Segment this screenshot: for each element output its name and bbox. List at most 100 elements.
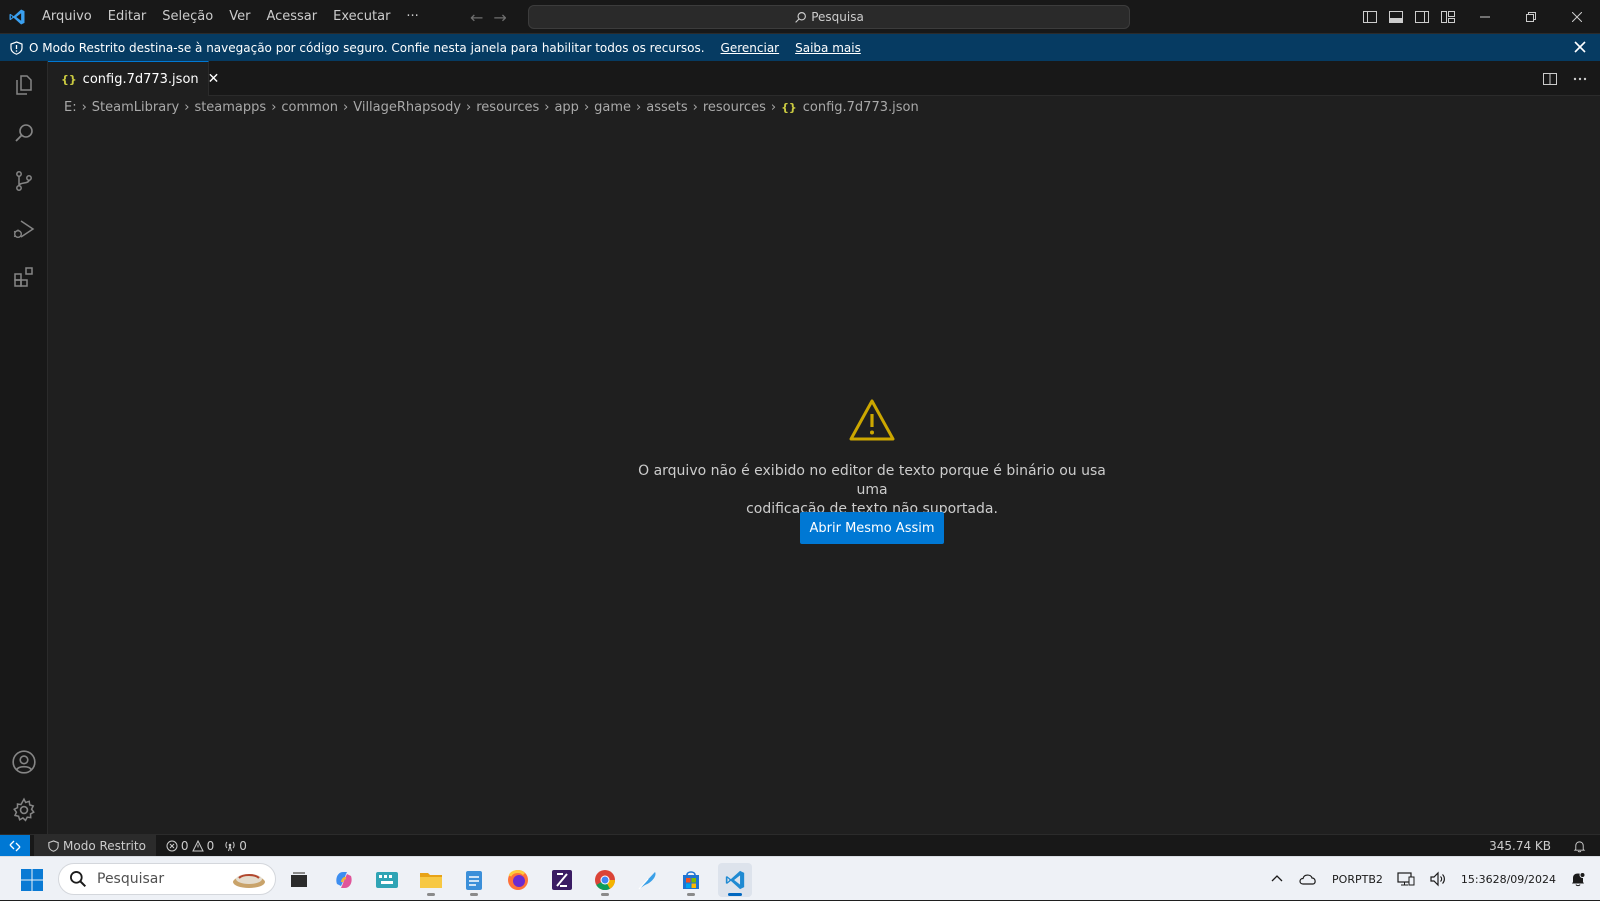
json-file-icon: {}: [61, 72, 77, 86]
menu-executar[interactable]: Executar: [325, 0, 398, 34]
split-editor-icon[interactable]: [1542, 71, 1558, 87]
onedrive-cloud-icon[interactable]: [1298, 872, 1318, 886]
chevron-up-icon[interactable]: [1270, 872, 1284, 886]
menu-arquivo[interactable]: Arquivo: [34, 0, 100, 34]
menu-ver[interactable]: Ver: [221, 0, 258, 34]
toggle-panel-icon[interactable]: [1388, 9, 1404, 25]
nav-arrows: ← →: [470, 0, 507, 34]
accounts-icon[interactable]: [0, 738, 48, 786]
manage-gear-icon[interactable]: [0, 786, 48, 834]
notification-bell-icon[interactable]: [1570, 871, 1586, 887]
bell-icon[interactable]: [1573, 840, 1586, 853]
firefox-icon[interactable]: [501, 863, 535, 897]
tab-config-json[interactable]: {} config.7d773.json ✕: [48, 61, 219, 96]
breadcrumb-item[interactable]: app: [554, 100, 578, 115]
restricted-mode-label: Modo Restrito: [63, 838, 146, 853]
taskbar-search-placeholder: Pesquisar: [97, 871, 165, 887]
vscode-taskbar-icon[interactable]: [718, 863, 752, 897]
breadcrumb-item[interactable]: game: [594, 100, 631, 115]
toggle-secondary-sidebar-icon[interactable]: [1414, 9, 1430, 25]
breadcrumb-file[interactable]: config.7d773.json: [803, 100, 919, 115]
chevron-right-icon: ›: [184, 99, 190, 115]
shield-icon: [48, 839, 59, 852]
running-indicator: [427, 893, 435, 896]
search-icon: [795, 11, 807, 23]
keyboard-app-icon[interactable]: [370, 863, 404, 897]
more-actions-icon[interactable]: [1572, 71, 1588, 87]
message-line-1: O arquivo não é exibido no editor de tex…: [638, 463, 1106, 498]
menu-bar: Arquivo Editar Seleção Ver Acessar Execu…: [34, 0, 427, 34]
breadcrumb-item[interactable]: assets: [646, 100, 687, 115]
search-sidebar-icon[interactable]: [0, 109, 48, 157]
close-banner-icon[interactable]: [1572, 39, 1588, 58]
clock-date: 28/09/2024: [1492, 872, 1556, 886]
warning-small-icon: [191, 839, 204, 851]
chevron-right-icon: ›: [81, 99, 87, 115]
menu-more[interactable]: ···: [398, 0, 426, 34]
notepad-icon[interactable]: [457, 863, 491, 897]
search-highlight-image: [233, 874, 265, 888]
network-icon[interactable]: [1397, 871, 1415, 887]
restricted-mode-status[interactable]: Modo Restrito: [34, 834, 156, 857]
breadcrumb-item[interactable]: SteamLibrary: [92, 100, 179, 115]
breadcrumb-item[interactable]: E:: [64, 100, 77, 115]
windows-start-icon[interactable]: [20, 868, 44, 892]
source-control-icon[interactable]: [0, 157, 48, 205]
breadcrumb-item[interactable]: resources: [476, 100, 539, 115]
problems-status[interactable]: 0 0: [166, 839, 214, 853]
input-language[interactable]: POR PTB2: [1332, 872, 1383, 887]
learn-more-link[interactable]: Saiba mais: [795, 41, 861, 55]
error-icon: [166, 840, 178, 851]
file-explorer-icon[interactable]: [414, 863, 448, 897]
open-anyway-button[interactable]: Abrir Mesmo Assim: [800, 512, 944, 544]
menu-editar[interactable]: Editar: [100, 0, 155, 34]
minimize-button[interactable]: [1462, 0, 1508, 34]
activity-bar: [0, 61, 48, 834]
breadcrumb-item[interactable]: common: [281, 100, 338, 115]
menu-selecao[interactable]: Seleção: [154, 0, 221, 34]
warnings-count: 0: [206, 838, 215, 853]
chevron-right-icon: ›: [770, 99, 777, 115]
chevron-right-icon: ›: [544, 99, 550, 115]
close-tab-icon[interactable]: ✕: [208, 71, 220, 87]
ports-status[interactable]: 0: [224, 839, 247, 853]
chevron-right-icon: ›: [692, 99, 698, 115]
taskbar-search[interactable]: Pesquisar: [58, 863, 276, 895]
close-window-button[interactable]: [1554, 0, 1600, 34]
restore-button[interactable]: [1508, 0, 1554, 34]
vscode-logo-icon: [0, 0, 34, 34]
forward-arrow-icon[interactable]: →: [493, 8, 506, 27]
command-center-search[interactable]: Pesquisa: [528, 5, 1130, 29]
breadcrumb-item[interactable]: resources: [703, 100, 766, 115]
feather-app-icon[interactable]: [631, 863, 665, 897]
clock[interactable]: 15:36 28/09/2024: [1461, 872, 1556, 887]
title-bar: Arquivo Editar Seleção Ver Acessar Execu…: [0, 0, 1600, 34]
run-debug-icon[interactable]: [0, 205, 48, 253]
back-arrow-icon[interactable]: ←: [470, 8, 483, 27]
status-bar: Modo Restrito 0 0 0 345.74 KB: [0, 834, 1600, 857]
toggle-primary-sidebar-icon[interactable]: [1362, 9, 1378, 25]
store-icon[interactable]: [674, 863, 708, 897]
breadcrumb-item[interactable]: VillageRhapsody: [353, 100, 461, 115]
breadcrumb-item[interactable]: steamapps: [194, 100, 266, 115]
remote-indicator-icon[interactable]: [0, 834, 30, 857]
search-icon: [69, 870, 87, 888]
customize-layout-icon[interactable]: [1440, 9, 1456, 25]
menu-acessar[interactable]: Acessar: [258, 0, 325, 34]
chrome-icon[interactable]: [588, 863, 622, 897]
running-indicator: [687, 893, 695, 896]
chevron-right-icon: ›: [636, 99, 642, 115]
running-indicator: [601, 893, 609, 896]
copilot-icon[interactable]: [327, 863, 361, 897]
file-size[interactable]: 345.74 KB: [1489, 839, 1551, 853]
system-tray: POR PTB2 15:36 28/09/2024: [1263, 857, 1600, 901]
editor-app-icon[interactable]: [545, 863, 579, 897]
windows-taskbar: Pesquisar POR PTB2 15:36 28/09/2024: [0, 856, 1600, 900]
extensions-icon[interactable]: [0, 253, 48, 301]
volume-icon[interactable]: [1429, 871, 1447, 887]
restricted-mode-banner: O Modo Restrito destina-se à navegação p…: [0, 34, 1600, 61]
manage-link[interactable]: Gerenciar: [721, 41, 780, 55]
shield-icon: [10, 40, 23, 55]
task-view-icon[interactable]: [282, 863, 316, 897]
explorer-icon[interactable]: [0, 61, 48, 109]
